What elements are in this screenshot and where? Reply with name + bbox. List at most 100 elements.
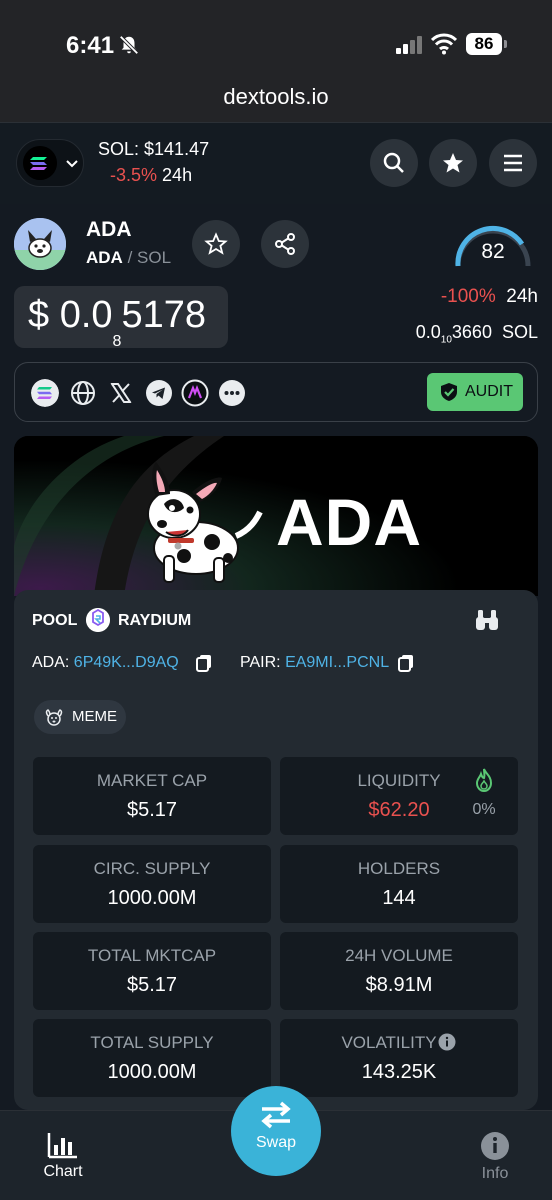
price-box: $ 0.085178 <box>14 286 228 350</box>
copy-pair-address-icon[interactable] <box>398 654 414 672</box>
stat-value: 144 <box>382 887 416 909</box>
raydium-icon <box>86 608 110 632</box>
nav-info-label: Info <box>481 1165 509 1182</box>
token-address[interactable]: ADA: 6P49K...D9AQ <box>32 654 179 672</box>
status-time: 6:41 <box>66 32 115 59</box>
stat-volatility: VOLATILITY 143.25K <box>280 1019 518 1097</box>
stat-label: CIRC. SUPPLY <box>93 859 211 878</box>
info-circle-icon <box>481 1132 509 1160</box>
info-icon[interactable] <box>438 1033 456 1051</box>
quote-symbol: SOL <box>137 248 172 267</box>
dex-icon[interactable] <box>181 379 209 407</box>
base-symbol: ADA <box>86 248 123 267</box>
category-tag[interactable]: MEME <box>34 700 126 734</box>
app-header: SOL: $141.47 -3.5% 24h <box>0 122 552 204</box>
bell-off-icon <box>119 35 139 55</box>
x-icon[interactable] <box>107 379 135 407</box>
token-pair: ADA / SOL <box>86 248 171 268</box>
token-address-label: ADA: <box>32 654 70 671</box>
dex-name[interactable]: RAYDIUM <box>118 612 191 630</box>
token-banner: ADA <box>14 436 538 596</box>
flame-icon <box>475 768 493 793</box>
browser-url-bar[interactable]: dextools.io <box>0 78 552 122</box>
token-header: ADA ADA / SOL 82 <box>0 214 552 286</box>
stat-24h-volume: 24H VOLUME $8.91M <box>280 932 518 1010</box>
stat-liquidity: LIQUIDITY $62.20 0% <box>280 757 518 835</box>
sol-change-period: 24h <box>162 165 193 185</box>
solana-icon[interactable] <box>31 379 59 407</box>
shield-check-icon <box>441 383 457 401</box>
audit-button[interactable]: AUDIT <box>427 373 523 411</box>
share-button[interactable] <box>261 220 309 268</box>
stat-value: 1000.00M <box>107 887 197 909</box>
price-digits: 5178 <box>121 294 206 336</box>
telegram-icon[interactable] <box>145 379 173 407</box>
swap-arrows-icon <box>261 1101 291 1129</box>
chevron-down-icon <box>66 160 78 168</box>
copy-token-address-icon[interactable] <box>196 654 212 672</box>
pair-address[interactable]: PAIR: EA9MI...PCNL <box>240 654 389 672</box>
stat-market-cap: MARKET CAP $5.17 <box>33 757 271 835</box>
price-change-value: -100% <box>440 286 496 307</box>
bar-chart-icon <box>47 1133 77 1159</box>
star-filled-icon <box>443 153 463 173</box>
stat-label: TOTAL SUPPLY <box>90 1033 214 1052</box>
sol-change: -3.5% 24h <box>110 165 192 186</box>
sol-price-unit: SOL <box>501 322 538 342</box>
sol-price: SOL: $141.47 <box>98 139 210 159</box>
swap-label: Swap <box>255 1134 297 1151</box>
stat-label: TOTAL MKTCAP <box>87 946 217 965</box>
token-name: ADA <box>86 218 132 241</box>
hamburger-menu-icon <box>504 154 522 172</box>
token-price-usd: $ 0.085178 <box>28 294 206 350</box>
pair-separator: / <box>127 248 133 267</box>
token-address-value: 6P49K...D9AQ <box>73 654 179 671</box>
price-prefix: $ 0.0 <box>28 294 113 336</box>
price-zero-count: 8 <box>112 332 122 350</box>
dextscore-value: 82 <box>481 240 505 263</box>
social-links-bar: AUDIT <box>14 362 538 422</box>
sol-price-zero-count: 10 <box>440 334 452 346</box>
liquidity-percent: 0% <box>472 801 496 818</box>
battery-indicator: 86 <box>466 33 507 55</box>
chain-selector[interactable] <box>16 139 84 187</box>
pair-address-label: PAIR: <box>240 654 281 671</box>
favorites-button[interactable] <box>429 139 477 187</box>
dog-face-icon <box>45 709 63 726</box>
pool-label: POOL <box>32 612 78 629</box>
banner-title: ADA <box>276 485 422 559</box>
pair-address-value: EA9MI...PCNL <box>285 654 390 671</box>
stat-value: $5.17 <box>126 799 178 821</box>
stat-label: HOLDERS <box>357 859 441 878</box>
globe-icon[interactable] <box>69 379 97 407</box>
stat-holders: HOLDERS 144 <box>280 845 518 923</box>
search-icon <box>383 152 404 173</box>
stat-label: 24H VOLUME <box>345 946 453 965</box>
nav-info[interactable]: Info <box>470 1131 520 1183</box>
nav-chart[interactable]: Chart <box>38 1131 88 1181</box>
sol-price-prefix: 0.0 <box>415 322 441 342</box>
solana-chain-icon <box>23 146 57 180</box>
stat-total-supply: TOTAL SUPPLY 1000.00M <box>33 1019 271 1097</box>
stat-circ-supply: CIRC. SUPPLY 1000.00M <box>33 845 271 923</box>
search-button[interactable] <box>370 139 418 187</box>
share-icon <box>275 233 295 255</box>
more-icon[interactable] <box>218 379 246 407</box>
add-favorite-button[interactable] <box>192 220 240 268</box>
category-tag-label: MEME <box>72 708 117 725</box>
price-change-period: 24h <box>506 286 538 307</box>
wifi-icon <box>431 33 457 55</box>
star-outline-icon <box>204 232 228 255</box>
status-bar: 6:41 86 <box>0 0 552 78</box>
sol-change-value: -3.5% <box>110 165 158 185</box>
nav-chart-label: Chart <box>43 1163 83 1180</box>
audit-label: AUDIT <box>465 383 513 400</box>
stat-label: VOLATILITY <box>341 1033 437 1052</box>
swap-button[interactable]: Swap <box>231 1086 321 1176</box>
binoculars-icon[interactable] <box>474 608 500 632</box>
price-change: -100% 24h <box>441 286 538 308</box>
stat-value: $8.91M <box>365 974 433 996</box>
stat-label: MARKET CAP <box>96 771 208 790</box>
menu-button[interactable] <box>489 139 537 187</box>
stat-total-mktcap: TOTAL MKTCAP $5.17 <box>33 932 271 1010</box>
